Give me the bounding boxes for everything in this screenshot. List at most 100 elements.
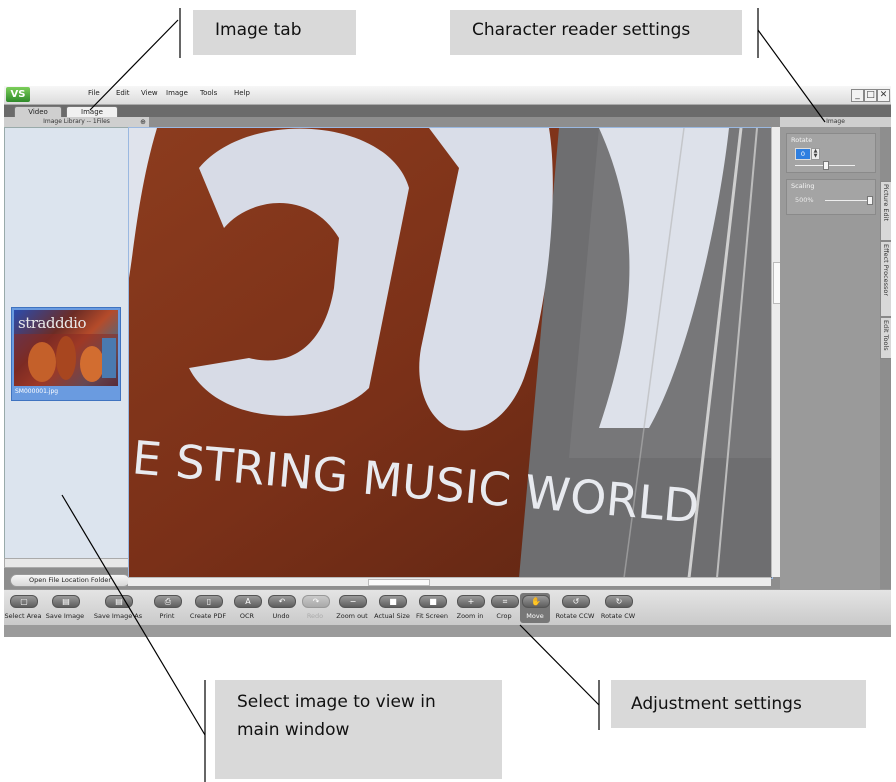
tool-label: Select Area [4, 612, 42, 620]
menu-bar: VS File Edit View Image Tools Help _ □ ✕ [4, 86, 891, 105]
image-library-header: Image Library -- 1Files ⊕ [4, 117, 149, 127]
menu-image[interactable]: Image [166, 89, 188, 97]
tool-ocr[interactable]: A OCR [230, 593, 264, 623]
tool-zoom-out[interactable]: − Zoom out [332, 593, 372, 623]
rotate-slider-knob[interactable] [823, 161, 829, 170]
callout-character-reader-settings: Character reader settings [450, 10, 742, 55]
right-panel-header: Image [780, 117, 891, 127]
tool-label: Actual Size [374, 612, 410, 620]
tool-rotate-cw[interactable]: ↻ Rotate CW [598, 593, 638, 623]
status-bar [4, 625, 891, 637]
thumbnail-filename: SM000001.jpg [15, 388, 59, 395]
zoom-out-icon: − [339, 595, 367, 608]
pin-icon[interactable]: ⊕ [140, 117, 146, 127]
minimize-icon[interactable]: _ [851, 89, 864, 102]
redo-icon: ↷ [302, 595, 330, 608]
tool-label: Undo [272, 612, 290, 620]
tool-label: Zoom out [336, 612, 368, 620]
right-panel-title: Image [826, 118, 845, 125]
tool-actual-size[interactable]: ■ Actual Size [372, 593, 412, 623]
zoom-in-icon: + [457, 595, 485, 608]
crop-icon: ⌗ [491, 595, 519, 608]
thumbnail-violin-graphic [14, 334, 118, 386]
tool-label: OCR [239, 612, 255, 620]
app-logo: VS [6, 87, 30, 102]
save-as-icon: ▤ [105, 595, 133, 608]
side-tab-edit-tools[interactable]: Edit Tools [880, 317, 891, 359]
scaling-slider-track[interactable] [825, 200, 871, 201]
tool-print[interactable]: ⎙ Print [148, 593, 186, 623]
image-library-title: Image Library -- 1Files [43, 118, 110, 125]
tool-label: Zoom in [456, 612, 484, 620]
maximize-icon[interactable]: □ [864, 89, 877, 102]
app-window: VS File Edit View Image Tools Help _ □ ✕… [4, 86, 891, 637]
close-icon[interactable]: ✕ [877, 89, 890, 102]
callout-image-tab: Image tab [193, 10, 356, 55]
tool-label: Rotate CW [600, 612, 636, 620]
rotate-cw-icon: ↻ [605, 595, 633, 608]
horizontal-scroll-thumb[interactable] [368, 579, 430, 586]
scaling-group: Scaling 500% [786, 179, 876, 215]
scaling-value: 500% [795, 196, 814, 204]
scaling-label: Scaling [791, 182, 815, 190]
side-tab-picture-edit[interactable]: Picture Edit [880, 181, 891, 241]
side-tab-effect-processor-label: Effect Processor [882, 244, 890, 297]
print-icon: ⎙ [154, 595, 182, 608]
rotate-group: Rotate 0 ▲ ▼ [786, 133, 876, 173]
tool-redo[interactable]: ↷ Redo [298, 593, 332, 623]
menu-view[interactable]: View [141, 89, 158, 97]
select-area-icon: ▢ [10, 595, 38, 608]
thumbnail-image: stradddio [14, 310, 118, 386]
menu-edit[interactable]: Edit [116, 89, 130, 97]
tool-zoom-in[interactable]: + Zoom in [452, 593, 488, 623]
side-tab-effect-processor[interactable]: Effect Processor [880, 241, 891, 317]
tool-label: Save Image As [93, 612, 143, 620]
actual-size-icon: ■ [379, 595, 407, 608]
tool-label: Crop [496, 612, 512, 620]
library-horizontal-scrollbar[interactable] [4, 558, 130, 568]
move-icon: ✋ [522, 595, 550, 608]
tool-move[interactable]: ✋ Move [520, 593, 550, 623]
main-image-content: E STRING MUSIC WORLD [129, 128, 772, 578]
main-image-view[interactable]: E STRING MUSIC WORLD [128, 127, 773, 579]
tool-undo[interactable]: ↶ Undo [264, 593, 298, 623]
scaling-slider-knob[interactable] [867, 196, 873, 205]
image-library-panel: stradddio SM000001.jpg [4, 127, 130, 559]
fit-screen-icon: ■ [419, 595, 447, 608]
callout-adjustment-settings: Adjustment settings [611, 680, 866, 728]
right-panel: Rotate 0 ▲ ▼ Scaling 500% [780, 127, 880, 597]
tool-select-area[interactable]: ▢ Select Area [4, 593, 42, 623]
tool-save-image[interactable]: ▤ Save Image [42, 593, 88, 623]
thumbnail-item[interactable]: stradddio SM000001.jpg [11, 307, 121, 401]
rotate-label: Rotate [791, 136, 813, 144]
menu-tools[interactable]: Tools [200, 89, 217, 97]
undo-icon: ↶ [268, 595, 296, 608]
tool-rotate-ccw[interactable]: ↺ Rotate CCW [552, 593, 598, 623]
bottom-toolbar: ▢ Select Area ▤ Save Image ▤ Save Image As … [4, 589, 891, 626]
tool-label: Move [526, 612, 544, 620]
callout-select-image: Select image to view in main window [215, 680, 502, 779]
menu-help[interactable]: Help [234, 89, 250, 97]
rotate-input[interactable]: 0 [795, 148, 811, 160]
tool-label: Save Image [45, 612, 85, 620]
tool-save-image-as[interactable]: ▤ Save Image As [88, 593, 148, 623]
side-tab-picture-edit-label: Picture Edit [882, 184, 890, 222]
menu-file[interactable]: File [88, 89, 100, 97]
side-tab-edit-tools-label: Edit Tools [882, 320, 890, 351]
pdf-icon: ▯ [195, 595, 223, 608]
tool-create-pdf[interactable]: ▯ Create PDF [186, 593, 230, 623]
tool-label: Redo [306, 612, 324, 620]
open-file-location-folder-button[interactable]: Open File Location Folder [10, 574, 130, 587]
ocr-icon: A [234, 595, 262, 608]
main-horizontal-scrollbar[interactable] [128, 577, 771, 586]
tool-label: Create PDF [189, 612, 227, 620]
tool-label: Print [159, 612, 175, 620]
rotate-stepper-icon[interactable]: ▲ ▼ [811, 148, 820, 160]
save-icon: ▤ [52, 595, 80, 608]
tool-label: Fit Screen [415, 612, 449, 620]
rotate-ccw-icon: ↺ [562, 595, 590, 608]
tool-fit-screen[interactable]: ■ Fit Screen [412, 593, 452, 623]
tool-label: Rotate CCW [555, 612, 595, 620]
tool-crop[interactable]: ⌗ Crop [488, 593, 520, 623]
tab-bar: Video Image [4, 105, 891, 118]
